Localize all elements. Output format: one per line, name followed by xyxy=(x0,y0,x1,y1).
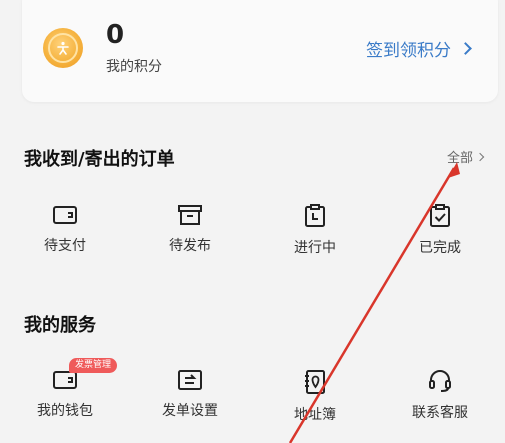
annotation-arrow-icon xyxy=(288,162,460,443)
